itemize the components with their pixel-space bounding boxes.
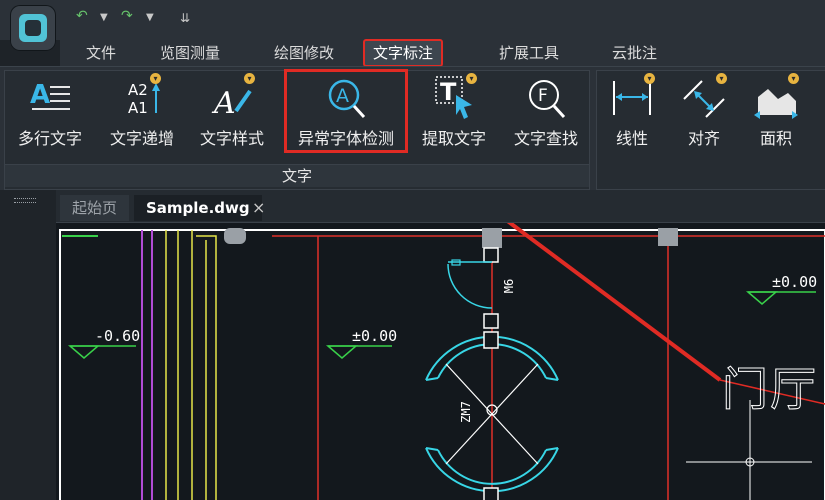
svg-text:A2: A2 — [128, 81, 148, 99]
extract-text-label: 提取文字 — [421, 129, 486, 148]
tab-file[interactable]: 文件 — [78, 41, 124, 65]
door-label-m6: M6 — [502, 278, 517, 294]
svg-text:A: A — [211, 86, 236, 121]
grip-handle-icon[interactable] — [14, 198, 36, 203]
left-toolbar — [0, 190, 57, 500]
tab-text-annotation[interactable]: 文字标注 — [363, 39, 444, 67]
font-detect-highlight-box — [284, 69, 408, 153]
text-group-label: 文字 — [5, 164, 589, 187]
redo-dropdown-icon[interactable]: ▼ — [146, 12, 154, 23]
redo-icon[interactable]: ↷ — [121, 8, 133, 24]
menu-tabs: 文件 览图测量 绘图修改 文字标注 扩展工具 云批注 — [60, 39, 825, 67]
quick-access-more-icon[interactable]: ⇊ — [180, 11, 190, 25]
area-label: 面积 — [759, 129, 792, 148]
multiline-text-label: 多行文字 — [17, 129, 82, 148]
undo-dropdown-icon[interactable]: ▼ — [100, 12, 108, 23]
app-logo-icon[interactable] — [10, 5, 56, 51]
multiline-text-icon: A — [30, 80, 70, 110]
ribbon: 文字 A 多行文字 A2 A1 ▾ 文字递增 A ▾ 文字样式 A 异常字体检测… — [0, 66, 825, 191]
dropdown-badge-icon: ▾ — [150, 73, 161, 84]
room-label: 门厅 — [722, 362, 818, 417]
extract-text-button[interactable]: T ▾ 提取文字 — [422, 73, 486, 153]
text-increment-button[interactable]: A2 A1 ▾ 文字递增 — [110, 73, 174, 153]
tab-start-page[interactable]: 起始页 — [60, 195, 130, 221]
tab-extension-tools[interactable]: 扩展工具 — [491, 41, 567, 65]
tab-view-measure[interactable]: 览图测量 — [152, 41, 228, 65]
dropdown-badge-icon: ▾ — [466, 73, 477, 84]
undo-icon[interactable]: ↶ — [76, 8, 88, 24]
aligned-dimension-button[interactable]: ▾ 对齐 — [676, 73, 732, 153]
text-style-label: 文字样式 — [199, 129, 264, 148]
multiline-text-button[interactable]: A 多行文字 — [18, 75, 82, 153]
tab-cloud-annotation[interactable]: 云批注 — [604, 41, 665, 65]
close-tab-icon[interactable]: × — [252, 195, 265, 221]
text-increment-label: 文字递增 — [109, 129, 174, 148]
dropdown-badge-icon: ▾ — [244, 73, 255, 84]
svg-text:T: T — [440, 78, 457, 106]
dropdown-badge-icon: ▾ — [716, 73, 727, 84]
level-text-mid: ±0.00 — [352, 327, 398, 345]
text-find-button[interactable]: F 文字查找 — [514, 75, 578, 153]
tab-sample-dwg[interactable]: Sample.dwg — [134, 195, 262, 221]
door-label-zm7: ZM7 — [458, 401, 473, 423]
dropdown-badge-icon: ▾ — [788, 73, 799, 84]
text-find-label: 文字查找 — [513, 129, 578, 148]
tab-draw-modify[interactable]: 绘图修改 — [266, 41, 342, 65]
svg-text:A: A — [30, 80, 50, 110]
document-tabs: 起始页 Sample.dwg × — [56, 190, 825, 223]
drawing-canvas[interactable]: -0.60 ±0.00 ±0.00 M6 ZM7 门厅 — [56, 223, 825, 500]
text-style-button[interactable]: A ▾ 文字样式 — [200, 73, 264, 153]
level-text-left: -0.60 — [95, 327, 141, 345]
area-button[interactable]: ▾ 面积 — [748, 73, 804, 153]
level-text-right: ±0.00 — [772, 273, 818, 291]
cad-drawing — [59, 223, 825, 500]
dropdown-badge-icon: ▾ — [644, 73, 655, 84]
title-bar: ↶ ▼ ↷ ▼ ⇊ — [0, 0, 825, 51]
svg-text:F: F — [538, 86, 548, 106]
svg-text:A1: A1 — [128, 99, 148, 117]
text-find-icon: F — [529, 80, 566, 119]
linear-dimension-button[interactable]: ▾ 线性 — [604, 73, 660, 153]
